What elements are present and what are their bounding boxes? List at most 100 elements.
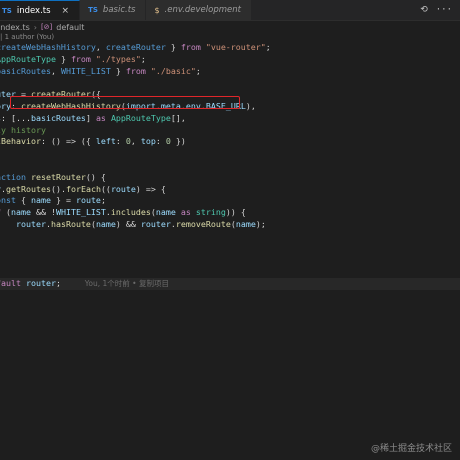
code-line[interactable] [0, 148, 460, 160]
code-token: removeRoute [175, 218, 231, 229]
code-token: name [235, 218, 256, 229]
code-token: resetRouter [30, 171, 86, 182]
tab-index-ts[interactable]: TS index.ts × [0, 0, 81, 20]
code-token: ] [85, 112, 96, 123]
env-file-icon: $ [154, 5, 160, 15]
code-token: route [75, 195, 101, 206]
code-token: , [130, 136, 141, 147]
tab-label: index.ts [16, 5, 51, 16]
code-token: }) [175, 136, 186, 147]
code-line[interactable] [0, 266, 460, 278]
code-token: )) { [225, 207, 246, 218]
code-token: left [95, 136, 116, 147]
code-token: name [155, 207, 181, 218]
code-editor[interactable]: createWebHashHistory, createRouter } fro… [0, 42, 460, 290]
code-token: ), [245, 100, 256, 111]
breadcrumb: index.ts › [⊘] default [0, 21, 460, 33]
code-token: from [70, 53, 96, 64]
code-token: ly history [0, 124, 46, 135]
breadcrumb-file[interactable]: index.ts [0, 23, 30, 32]
code-line[interactable]: r.getRoutes().forEach((route) => { [0, 184, 460, 196]
code-token: name [30, 195, 56, 206]
code-token: getRoutes [6, 183, 51, 194]
code-token: createWebHashHistory [0, 42, 96, 52]
code-token: router [140, 218, 171, 229]
code-token: (( [100, 183, 111, 194]
code-token: , [50, 65, 61, 76]
code-token: [], [170, 112, 186, 123]
code-line[interactable]: AppRouteType } from "./types"; [0, 54, 460, 66]
inline-blame: You, 1个时前 • 复制项目 [60, 278, 169, 288]
code-token: nction [0, 171, 26, 182]
code-token: AppRouteType [0, 53, 61, 64]
code-line[interactable]: lBehavior: () => ({ left: 0, top: 0 }) [0, 136, 460, 148]
code-line[interactable] [0, 160, 460, 172]
code-line[interactable]: nction resetRouter() { [0, 172, 460, 184]
code-token: { [20, 195, 31, 206]
more-actions-icon[interactable]: ··· [436, 5, 452, 15]
code-token: ) && [115, 218, 141, 229]
tab-env-development[interactable]: $ .env.development [146, 0, 252, 20]
code-token: && ! [35, 207, 56, 218]
highlight-box [10, 96, 240, 109]
code-token: ; [195, 65, 201, 76]
code-line[interactable]: router.hasRoute(name) && router.removeRo… [0, 219, 460, 231]
code-line[interactable] [0, 77, 460, 89]
code-token: hasRoute [50, 218, 91, 229]
open-changes-icon[interactable]: ⟲ [420, 5, 428, 15]
tab-basic-ts[interactable]: TS basic.ts [80, 0, 147, 20]
tab-label: .env.development [164, 5, 241, 15]
editor-tab-bar: TS index.ts × TS basic.ts $ .env.develop… [0, 0, 460, 21]
typescript-file-icon: TS [2, 6, 12, 15]
code-token: : [... [1, 112, 31, 123]
code-line[interactable]: ly history [0, 125, 460, 137]
code-token: (). [50, 183, 66, 194]
code-token: ; [140, 53, 146, 64]
code-token: 0 [165, 136, 176, 147]
code-token: name [11, 207, 36, 218]
tab-label: basic.ts [102, 5, 136, 15]
editor-actions: ⟲ ··· [412, 0, 460, 20]
code-line[interactable]: fault router; You, 1个时前 • 复制项目 [0, 277, 460, 290]
code-token: from [125, 65, 151, 76]
code-line[interactable]: basicRoutes, WHITE_LIST } from "./basic"… [0, 66, 460, 78]
code-token: } [170, 42, 181, 52]
code-token: createRouter [105, 42, 171, 52]
watermark: @稀土掘金技术社区 [370, 444, 452, 454]
code-line[interactable]: f (name && !WHITE_LIST.includes(name as … [0, 207, 460, 219]
code-token: } [60, 53, 71, 64]
code-line[interactable] [0, 254, 460, 266]
code-token: "./basic" [150, 65, 196, 76]
code-token: string [195, 207, 226, 218]
code-line[interactable]: createWebHashHistory, createRouter } fro… [0, 42, 460, 54]
code-token: fault [0, 277, 21, 288]
code-token: router [15, 218, 46, 229]
code-line[interactable] [0, 231, 460, 243]
code-token: as [95, 112, 111, 123]
code-token: name [95, 218, 116, 229]
code-token: : () => ({ [40, 136, 96, 147]
code-token: : [115, 136, 126, 147]
code-line[interactable] [0, 243, 460, 255]
code-token: from [180, 42, 206, 52]
typescript-file-icon: TS [88, 6, 98, 14]
code-token: onst [0, 195, 16, 206]
tab-bar-spacer [252, 0, 412, 20]
code-token: () { [85, 171, 106, 182]
symbol-variable-icon: [⊘] [40, 23, 53, 31]
code-token: } = [55, 195, 76, 206]
code-line[interactable]: s: [...basicRoutes] as AppRouteType[], [0, 113, 460, 125]
code-token: WHITE_LIST [60, 65, 116, 76]
code-token: "vue-router" [205, 42, 266, 52]
code-token: ; [100, 195, 106, 206]
code-line[interactable]: onst { name } = route; [0, 195, 460, 207]
code-token: ) => { [135, 183, 166, 194]
code-token: ; [265, 42, 271, 52]
code-token: router [25, 277, 56, 288]
breadcrumb-symbol[interactable]: default [56, 23, 84, 32]
code-token: basicRoutes [0, 65, 51, 76]
close-icon[interactable]: × [62, 6, 70, 16]
code-token: basicRoutes [30, 112, 86, 123]
code-token: route [110, 183, 136, 194]
